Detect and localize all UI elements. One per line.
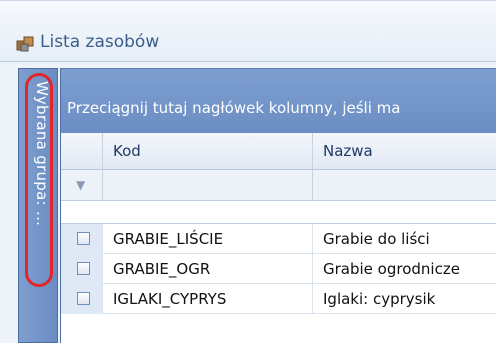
group-by-hint: Przeciągnij tutaj nagłówek kolumny, jeśl… <box>67 99 401 117</box>
cell-kod[interactable]: GRABIE_LIŚCIE <box>103 224 313 254</box>
row-checkbox[interactable] <box>77 292 90 305</box>
filter-cell-nazwa[interactable] <box>313 170 496 200</box>
filter-row: ▼ <box>61 170 496 201</box>
cell-kod[interactable]: IGLAKI_CYPRYS <box>103 284 313 314</box>
select-column-header[interactable] <box>61 133 103 169</box>
column-header-nazwa[interactable]: Nazwa <box>313 133 496 169</box>
title-bar: Lista zasobów <box>0 0 496 62</box>
row-checkbox[interactable] <box>77 232 90 245</box>
group-selector-panel[interactable]: Wybrana grupa: ... <box>18 68 58 343</box>
row-select-cell[interactable] <box>61 284 103 314</box>
cell-nazwa[interactable]: Grabie do liści <box>313 224 496 254</box>
table-row[interactable]: IGLAKI_CYPRYS Iglaki: cyprysik <box>61 284 496 314</box>
row-select-cell[interactable] <box>61 224 103 254</box>
filter-cell-select[interactable]: ▼ <box>61 170 103 200</box>
filter-icon[interactable]: ▼ <box>76 178 85 192</box>
resources-icon <box>16 36 34 52</box>
table-row[interactable]: GRABIE_OGR Grabie ogrodnicze <box>61 254 496 284</box>
group-by-area[interactable]: Przeciągnij tutaj nagłówek kolumny, jeśl… <box>61 68 496 133</box>
cell-kod[interactable]: GRABIE_OGR <box>103 254 313 284</box>
table-row[interactable]: GRABIE_LIŚCIE Grabie do liści <box>61 224 496 254</box>
window-title: Lista zasobów <box>40 32 160 52</box>
cell-nazwa[interactable]: Iglaki: cyprysik <box>313 284 496 314</box>
column-header-kod[interactable]: Kod <box>103 133 313 169</box>
row-checkbox[interactable] <box>77 262 90 275</box>
resource-list-window: Lista zasobów Wybrana grupa: ... Przecią… <box>0 0 496 343</box>
resource-grid: Przeciągnij tutaj nagłówek kolumny, jeśl… <box>60 68 496 343</box>
row-select-cell[interactable] <box>61 254 103 284</box>
column-header-row: Kod Nazwa <box>61 133 496 170</box>
grid-separator <box>61 201 496 224</box>
filter-cell-kod[interactable] <box>103 170 313 200</box>
selected-group-label[interactable]: Wybrana grupa: ... <box>27 81 51 311</box>
cell-nazwa[interactable]: Grabie ogrodnicze <box>313 254 496 284</box>
